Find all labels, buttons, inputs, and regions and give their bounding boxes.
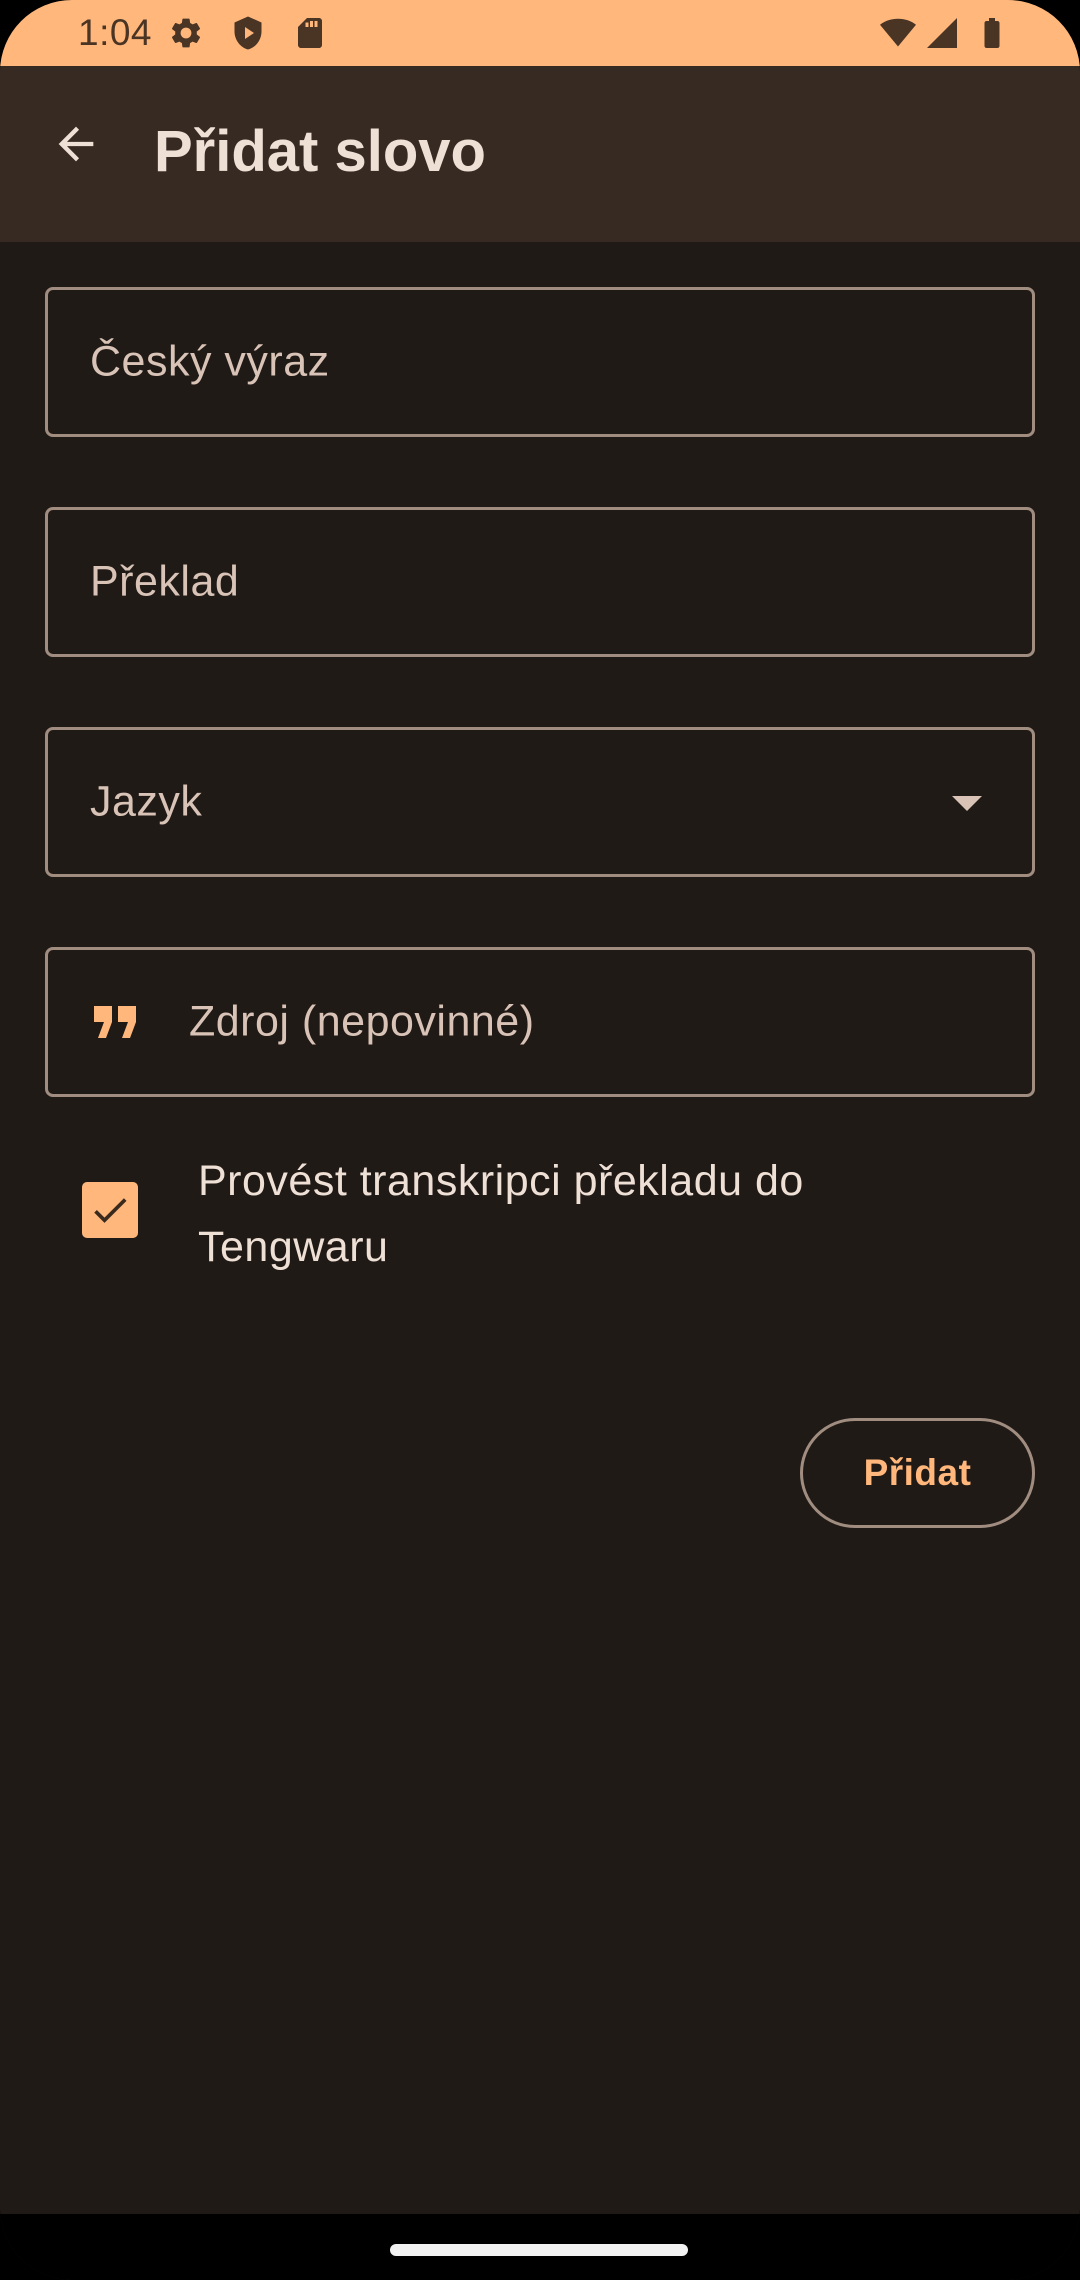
source-field[interactable]: Zdroj (nepovinné) (45, 947, 1035, 1097)
czech-expression-placeholder: Český výraz (90, 337, 330, 386)
translation-field[interactable]: Překlad (45, 507, 1035, 657)
czech-expression-field[interactable]: Český výraz (45, 287, 1035, 437)
screen: 1:04 Přidat slovo Český výraz Překlad Ja… (0, 0, 1080, 2280)
arrow-back-icon (58, 126, 94, 162)
navigation-bar (0, 2214, 1080, 2280)
transcribe-checkbox-label[interactable]: Provést transkripci překladu do Tengwaru (198, 1148, 958, 1280)
gesture-handle[interactable] (390, 2244, 688, 2256)
page-title: Přidat slovo (154, 119, 486, 184)
transcribe-checkbox[interactable] (82, 1182, 138, 1238)
signal-icon (927, 18, 957, 48)
settings-icon (171, 18, 201, 48)
add-button[interactable]: Přidat (800, 1418, 1035, 1528)
translation-placeholder: Překlad (90, 557, 240, 606)
back-button[interactable] (40, 108, 112, 180)
dropdown-arrow-icon (952, 796, 982, 811)
check-icon (94, 1198, 127, 1223)
language-select[interactable]: Jazyk (45, 727, 1035, 877)
status-bar: 1:04 (0, 0, 1080, 66)
status-time: 1:04 (78, 12, 153, 53)
wifi-icon (880, 18, 916, 47)
language-placeholder: Jazyk (90, 777, 203, 826)
battery-icon (984, 18, 1000, 48)
shield-play-icon (234, 16, 262, 50)
top-app-bar: Přidat slovo (0, 66, 1080, 242)
sd-card-icon (298, 18, 322, 48)
format-quote-icon (94, 1006, 136, 1038)
source-placeholder: Zdroj (nepovinné) (189, 997, 535, 1046)
